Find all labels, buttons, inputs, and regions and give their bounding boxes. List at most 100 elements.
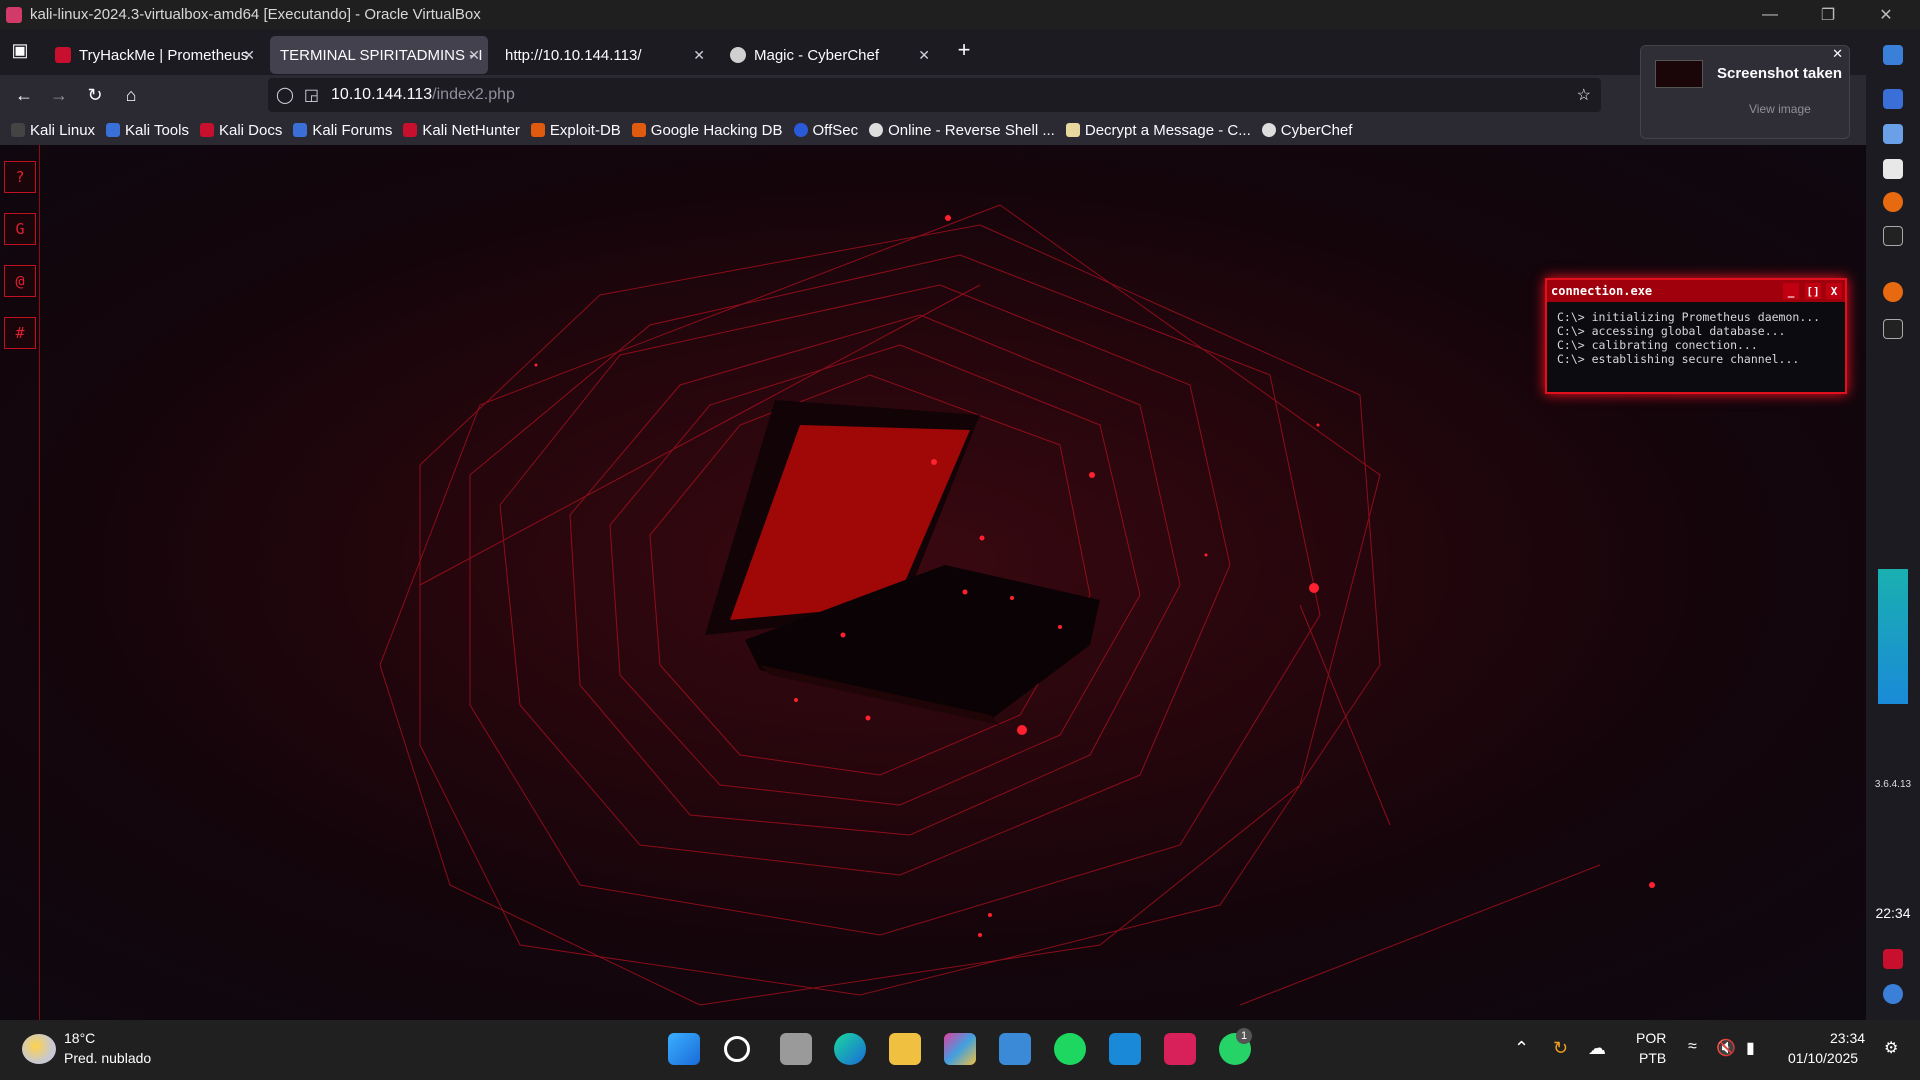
cloud-icon[interactable]: ☁ xyxy=(1588,1038,1606,1059)
tab-overview-icon[interactable]: ▣ xyxy=(4,36,36,64)
terminal-maximize-button[interactable]: [] xyxy=(1805,283,1821,299)
language-secondary[interactable]: PTB xyxy=(1639,1050,1666,1066)
bookmark-item[interactable]: Google Hacking DB xyxy=(631,121,783,139)
bookmark-item[interactable]: CyberChef xyxy=(1261,122,1352,139)
ip-label: 3.6.4.13 xyxy=(1874,779,1912,790)
bookmark-label: OffSec xyxy=(812,121,859,139)
help-button[interactable]: ? xyxy=(4,161,36,193)
firefox-active-icon[interactable] xyxy=(1883,282,1903,302)
file-explorer-icon[interactable] xyxy=(889,1033,921,1065)
vm-clock: 22:34 xyxy=(1875,905,1911,921)
bookmark-item[interactable]: Online - Reverse Shell ... xyxy=(869,122,1055,139)
g-button[interactable]: G xyxy=(4,213,36,245)
lock-icon[interactable] xyxy=(1883,949,1903,969)
folder-icon[interactable] xyxy=(1883,124,1903,144)
clock-date[interactable]: 01/10/2025 xyxy=(1788,1050,1858,1066)
bookmark-item[interactable]: Kali Linux xyxy=(11,122,95,139)
screenshot-title: Screenshot taken xyxy=(1717,65,1843,82)
bookmark-label: Exploit-DB xyxy=(549,121,621,139)
firefox-icon[interactable] xyxy=(1883,192,1903,212)
sync-icon[interactable]: ↻ xyxy=(1553,1038,1568,1059)
terminal-line: C:\> accessing global database... xyxy=(1557,324,1786,338)
bookmark-item[interactable]: Kali NetHunter xyxy=(403,122,520,139)
tab-http[interactable]: http://10.10.144.113/ ✕ xyxy=(495,36,713,74)
notifications-icon[interactable]: ⚙ xyxy=(1884,1038,1898,1058)
weather-temp: 18°C xyxy=(64,1030,96,1046)
bookmark-item[interactable]: Decrypt a Message - C... xyxy=(1065,121,1251,139)
page-info-icon[interactable]: ◲ xyxy=(304,85,319,105)
view-image-link[interactable]: View image xyxy=(1749,102,1811,116)
bookmark-item[interactable]: OffSec xyxy=(793,121,859,139)
vscode-icon[interactable] xyxy=(1109,1033,1141,1065)
minimize-icon[interactable]: — xyxy=(1747,0,1793,29)
bookmark-item[interactable]: Kali Forums xyxy=(293,122,392,139)
terminal-line: C:\> calibrating conection... xyxy=(1557,338,1758,352)
bookmark-item[interactable]: Kali Tools xyxy=(106,122,189,139)
tab-bar: ▣ TryHackMe | Prometheus ✕ TERMINAL SPIR… xyxy=(0,29,1866,75)
chevron-up-icon[interactable]: ⌃ xyxy=(1514,1038,1529,1059)
plus-icon[interactable]: + xyxy=(948,36,980,64)
wifi-icon[interactable]: ≈ xyxy=(1688,1038,1697,1056)
clock-time[interactable]: 23:34 xyxy=(1830,1030,1865,1046)
bookmark-label: Google Hacking DB xyxy=(650,121,783,139)
battery-icon[interactable]: ▮ xyxy=(1746,1038,1755,1058)
browser-side-panel: 3.6.4.13 22:34 xyxy=(1866,29,1920,1020)
tab-cyberchef[interactable]: Magic - CyberChef ✕ xyxy=(720,36,938,74)
spotify-icon[interactable] xyxy=(1054,1033,1086,1065)
hash-button[interactable]: # xyxy=(4,317,36,349)
restore-icon[interactable]: ❐ xyxy=(1805,0,1851,29)
kali-menu-icon[interactable] xyxy=(1883,45,1903,65)
terminal-active-icon[interactable] xyxy=(1883,319,1903,339)
search-icon[interactable] xyxy=(724,1036,750,1062)
whatsapp-badge: 1 xyxy=(1236,1028,1252,1044)
notepad-icon[interactable] xyxy=(999,1033,1031,1065)
tab-label: Magic - CyberChef xyxy=(754,46,880,64)
document-icon[interactable] xyxy=(1883,159,1903,179)
weather-desc: Pred. nublado xyxy=(64,1050,152,1066)
terminal-icon[interactable] xyxy=(1883,226,1903,246)
forward-arrow-icon[interactable]: → xyxy=(43,81,75,109)
bookmark-item[interactable]: Exploit-DB xyxy=(530,121,621,139)
tab-tryhackme[interactable]: TryHackMe | Prometheus ✕ xyxy=(45,36,263,74)
edge-icon[interactable] xyxy=(834,1033,866,1065)
windows-start-icon[interactable] xyxy=(668,1033,700,1065)
bookmark-label: Decrypt a Message - C... xyxy=(1084,121,1251,139)
star-icon[interactable]: ☆ xyxy=(1577,85,1591,105)
close-tab-icon[interactable]: ✕ xyxy=(243,47,255,64)
bookmark-label: Kali Tools xyxy=(125,121,189,139)
desktop-icon[interactable] xyxy=(1883,89,1903,109)
virtualbox-taskbar-icon[interactable] xyxy=(1164,1033,1196,1065)
home-icon[interactable]: ⌂ xyxy=(115,81,147,109)
url-bar[interactable]: ◯ ◲ 10.10.144.113/index2.php ☆ xyxy=(268,78,1601,112)
terminal-line: C:\> establishing secure channel... xyxy=(1557,352,1800,366)
close-tab-icon[interactable]: ✕ xyxy=(918,47,930,64)
close-window-icon[interactable]: ✕ xyxy=(1863,0,1909,29)
task-view-icon[interactable] xyxy=(780,1033,812,1065)
connection-terminal-window: connection.exe _ [] X C:\> initializing … xyxy=(1545,278,1847,394)
reload-icon[interactable]: ↻ xyxy=(79,81,111,109)
navigation-bar: ← → ↻ ⌂ ◯ ◲ 10.10.144.113/index2.php ☆ xyxy=(0,75,1866,115)
terminal-line: C:\> initializing Prometheus daemon... xyxy=(1557,310,1821,324)
close-tab-icon[interactable]: ✕ xyxy=(693,47,705,64)
bookmark-item[interactable]: Kali Docs xyxy=(199,121,283,139)
laptop-model xyxy=(705,400,1100,725)
power-icon[interactable] xyxy=(1883,984,1903,1004)
at-button[interactable]: @ xyxy=(4,265,36,297)
tab-label: TERMINAL SPIRITADMINS - I xyxy=(280,46,483,64)
virtualbox-icon xyxy=(6,6,22,23)
bookmark-label: Kali Docs xyxy=(218,121,283,139)
language-primary[interactable]: POR xyxy=(1636,1030,1666,1046)
page-sidebar: ? G @ # xyxy=(0,145,40,1020)
close-tab-icon[interactable]: ✕ xyxy=(468,47,480,64)
mute-icon[interactable]: 🔇 xyxy=(1716,1038,1736,1058)
terminal-minimize-button[interactable]: _ xyxy=(1783,283,1799,299)
tab-terminal-spiritadmins[interactable]: TERMINAL SPIRITADMINS - I ✕ xyxy=(270,36,488,74)
tab-label: http://10.10.144.113/ xyxy=(505,46,642,64)
back-arrow-icon[interactable]: ← xyxy=(8,81,40,109)
terminal-close-button[interactable]: X xyxy=(1826,283,1842,299)
close-notification-icon[interactable]: ✕ xyxy=(1832,46,1843,62)
window-title: kali-linux-2024.3-virtualbox-amd64 [Exec… xyxy=(30,6,481,23)
copilot-icon[interactable] xyxy=(944,1033,976,1065)
bookmarks-toolbar: Kali Linux Kali Tools Kali Docs Kali For… xyxy=(0,115,1866,145)
weather-icon[interactable] xyxy=(22,1034,56,1064)
